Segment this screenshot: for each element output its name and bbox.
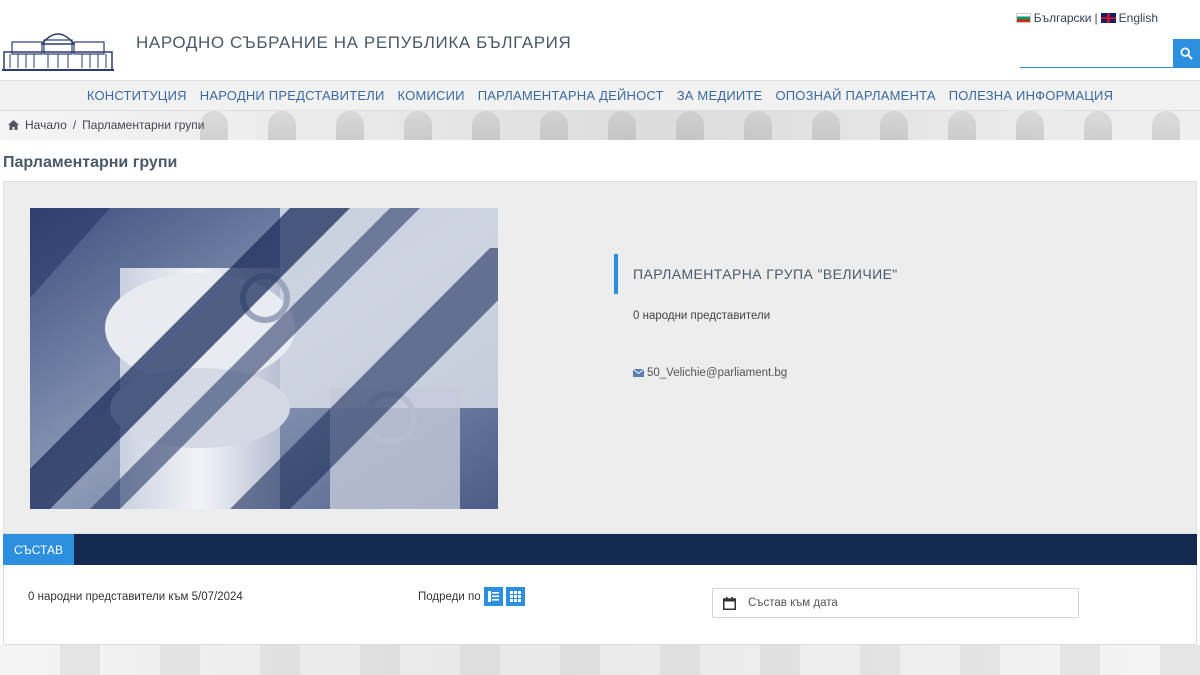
composition-date-picker[interactable]: Състав към дата [712,588,1079,618]
nav-item-discover-parliament[interactable]: ОПОЗНАЙ ПАРЛАМЕНТА [775,88,935,103]
nav-item-media[interactable]: ЗА МЕДИИТЕ [677,88,763,103]
home-icon[interactable] [8,120,19,130]
group-info: ПАРЛАМЕНТАРНА ГРУПА "ВЕЛИЧИЕ" 0 народни … [614,254,898,379]
lang-separator: | [1094,11,1098,25]
lang-bg-link[interactable]: Български [1034,11,1092,25]
composition-panel: 0 народни представители към 5/07/2024 По… [3,565,1197,645]
breadcrumb-separator: / [72,118,77,132]
language-switcher: Български | English [1015,11,1158,25]
sort-alphabetical-button[interactable] [483,587,503,606]
search-button[interactable] [1173,39,1200,68]
tab-composition[interactable]: СЪСТАВ [3,534,74,565]
uk-flag-icon [1100,13,1116,23]
site-title[interactable]: НАРОДНО СЪБРАНИЕ НА РЕПУБЛИКА БЪЛГАРИЯ [136,33,571,53]
breadcrumb-home[interactable]: Начало [25,118,67,132]
mail-icon [633,369,644,377]
date-placeholder: Състав към дата [748,597,838,609]
group-email: 50_Velichie@parliament.bg [633,367,898,379]
group-email-link[interactable]: 50_Velichie@parliament.bg [647,367,787,379]
main-nav: КОНСТИТУЦИЯ НАРОДНИ ПРЕДСТАВИТЕЛИ КОМИСИ… [0,80,1200,111]
bulgarian-flag-icon [1015,13,1031,23]
parliament-logo[interactable] [2,22,114,72]
sort-control: Подреди по [418,587,525,606]
grid-icon [509,591,521,602]
tab-bar: СЪСТАВ [3,534,1197,565]
group-member-count: 0 народни представители [633,310,771,322]
nav-item-representatives[interactable]: НАРОДНИ ПРЕДСТАВИТЕЛИ [200,88,385,103]
breadcrumb-banner: Начало / Парламентарни групи [0,111,1200,140]
sort-label: Подреди по [418,590,481,603]
column-image [30,208,498,509]
group-photo [30,208,498,509]
nav-item-committees[interactable]: КОМИСИИ [398,88,465,103]
sort-list-icon [487,591,499,602]
search-input[interactable] [1020,41,1173,68]
group-card: ПАРЛАМЕНТАРНА ГРУПА "ВЕЛИЧИЕ" 0 народни … [3,181,1197,534]
nav-item-parliamentary-activity[interactable]: ПАРЛАМЕНТАРНА ДЕЙНОСТ [478,88,664,103]
lang-en-link[interactable]: English [1119,11,1158,25]
calendar-icon [723,596,736,610]
breadcrumb-current: Парламентарни групи [82,118,205,132]
group-name: ПАРЛАМЕНТАРНА ГРУПА "ВЕЛИЧИЕ" [614,254,898,294]
sort-grid-button[interactable] [505,587,525,606]
nav-item-constitution[interactable]: КОНСТИТУЦИЯ [87,88,187,103]
nav-item-useful-info[interactable]: ПОЛЕЗНА ИНФОРМАЦИЯ [949,88,1113,103]
member-count-date: 0 народни представители към 5/07/2024 [28,591,243,603]
search-icon [1180,47,1193,60]
breadcrumb: Начало / Парламентарни групи [8,118,204,132]
site-header: НАРОДНО СЪБРАНИЕ НА РЕПУБЛИКА БЪЛГАРИЯ Б… [0,0,1200,80]
page-title: Парламентарни групи [3,154,178,171]
footer-decoration [0,645,1200,675]
